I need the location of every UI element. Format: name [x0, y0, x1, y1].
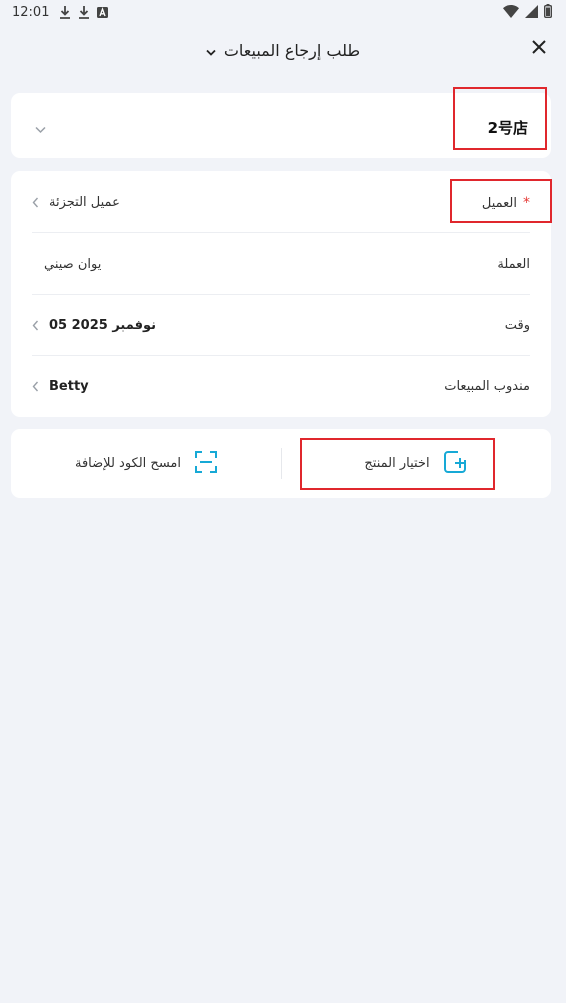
close-icon[interactable]	[532, 39, 546, 58]
customer-label: العميل *	[482, 195, 530, 211]
status-right	[503, 4, 552, 22]
chevron-down-icon	[206, 41, 216, 60]
time-label: وقت	[504, 318, 530, 333]
currency-value-wrap: يوان صيني	[32, 257, 101, 272]
salesperson-value: Betty	[49, 379, 89, 394]
time-row[interactable]: 05 نوفمبر 2025 وقت	[32, 295, 530, 356]
battery-icon	[543, 4, 552, 22]
currency-row: يوان صيني العملة	[32, 234, 530, 295]
chevron-left-icon	[32, 316, 39, 335]
chevron-left-icon	[32, 193, 39, 212]
signal-icon	[525, 4, 538, 22]
form-card: عميل التجزئة العميل * يوان صيني العملة 05…	[11, 171, 551, 417]
time-value: 05 نوفمبر 2025	[49, 318, 156, 333]
customer-label-text: العميل	[481, 195, 517, 211]
currency-label: العملة	[497, 257, 530, 272]
scan-code-button[interactable]: امسح الكود للإضافة	[11, 429, 281, 498]
salesperson-value-wrap: Betty	[32, 377, 89, 396]
chevron-left-icon	[32, 377, 39, 396]
customer-value-wrap: عميل التجزئة	[32, 193, 120, 212]
status-bar: 12:01	[0, 0, 566, 24]
status-time: 12:01	[12, 4, 50, 20]
download-icon	[78, 5, 90, 19]
salesperson-label: مندوب المبيعات	[444, 379, 530, 394]
scan-icon	[195, 450, 217, 477]
store-name: 2号店	[487, 119, 528, 137]
add-box-icon	[443, 450, 468, 477]
store-selector[interactable]: 2号店	[11, 93, 551, 158]
salesperson-row[interactable]: Betty مندوب المبيعات	[32, 356, 530, 417]
customer-row[interactable]: عميل التجزئة العميل *	[32, 172, 530, 233]
title-dropdown[interactable]: طلب إرجاع المبيعات	[206, 41, 360, 60]
required-mark: *	[523, 194, 530, 211]
scan-code-label: امسح الكود للإضافة	[75, 456, 181, 471]
header: طلب إرجاع المبيعات	[0, 24, 566, 76]
currency-value: يوان صيني	[44, 257, 102, 272]
customer-value: عميل التجزئة	[49, 195, 120, 210]
time-value-wrap: 05 نوفمبر 2025	[32, 316, 156, 335]
font-a-icon	[97, 6, 109, 18]
chevron-down-icon	[35, 119, 46, 138]
download-icon	[59, 5, 71, 19]
select-product-label: اختيار المنتج	[364, 456, 430, 471]
wifi-icon	[503, 4, 519, 22]
actions-card: امسح الكود للإضافة اختيار المنتج	[11, 429, 551, 498]
page-title: طلب إرجاع المبيعات	[223, 40, 361, 60]
select-product-button[interactable]: اختيار المنتج	[281, 429, 551, 498]
